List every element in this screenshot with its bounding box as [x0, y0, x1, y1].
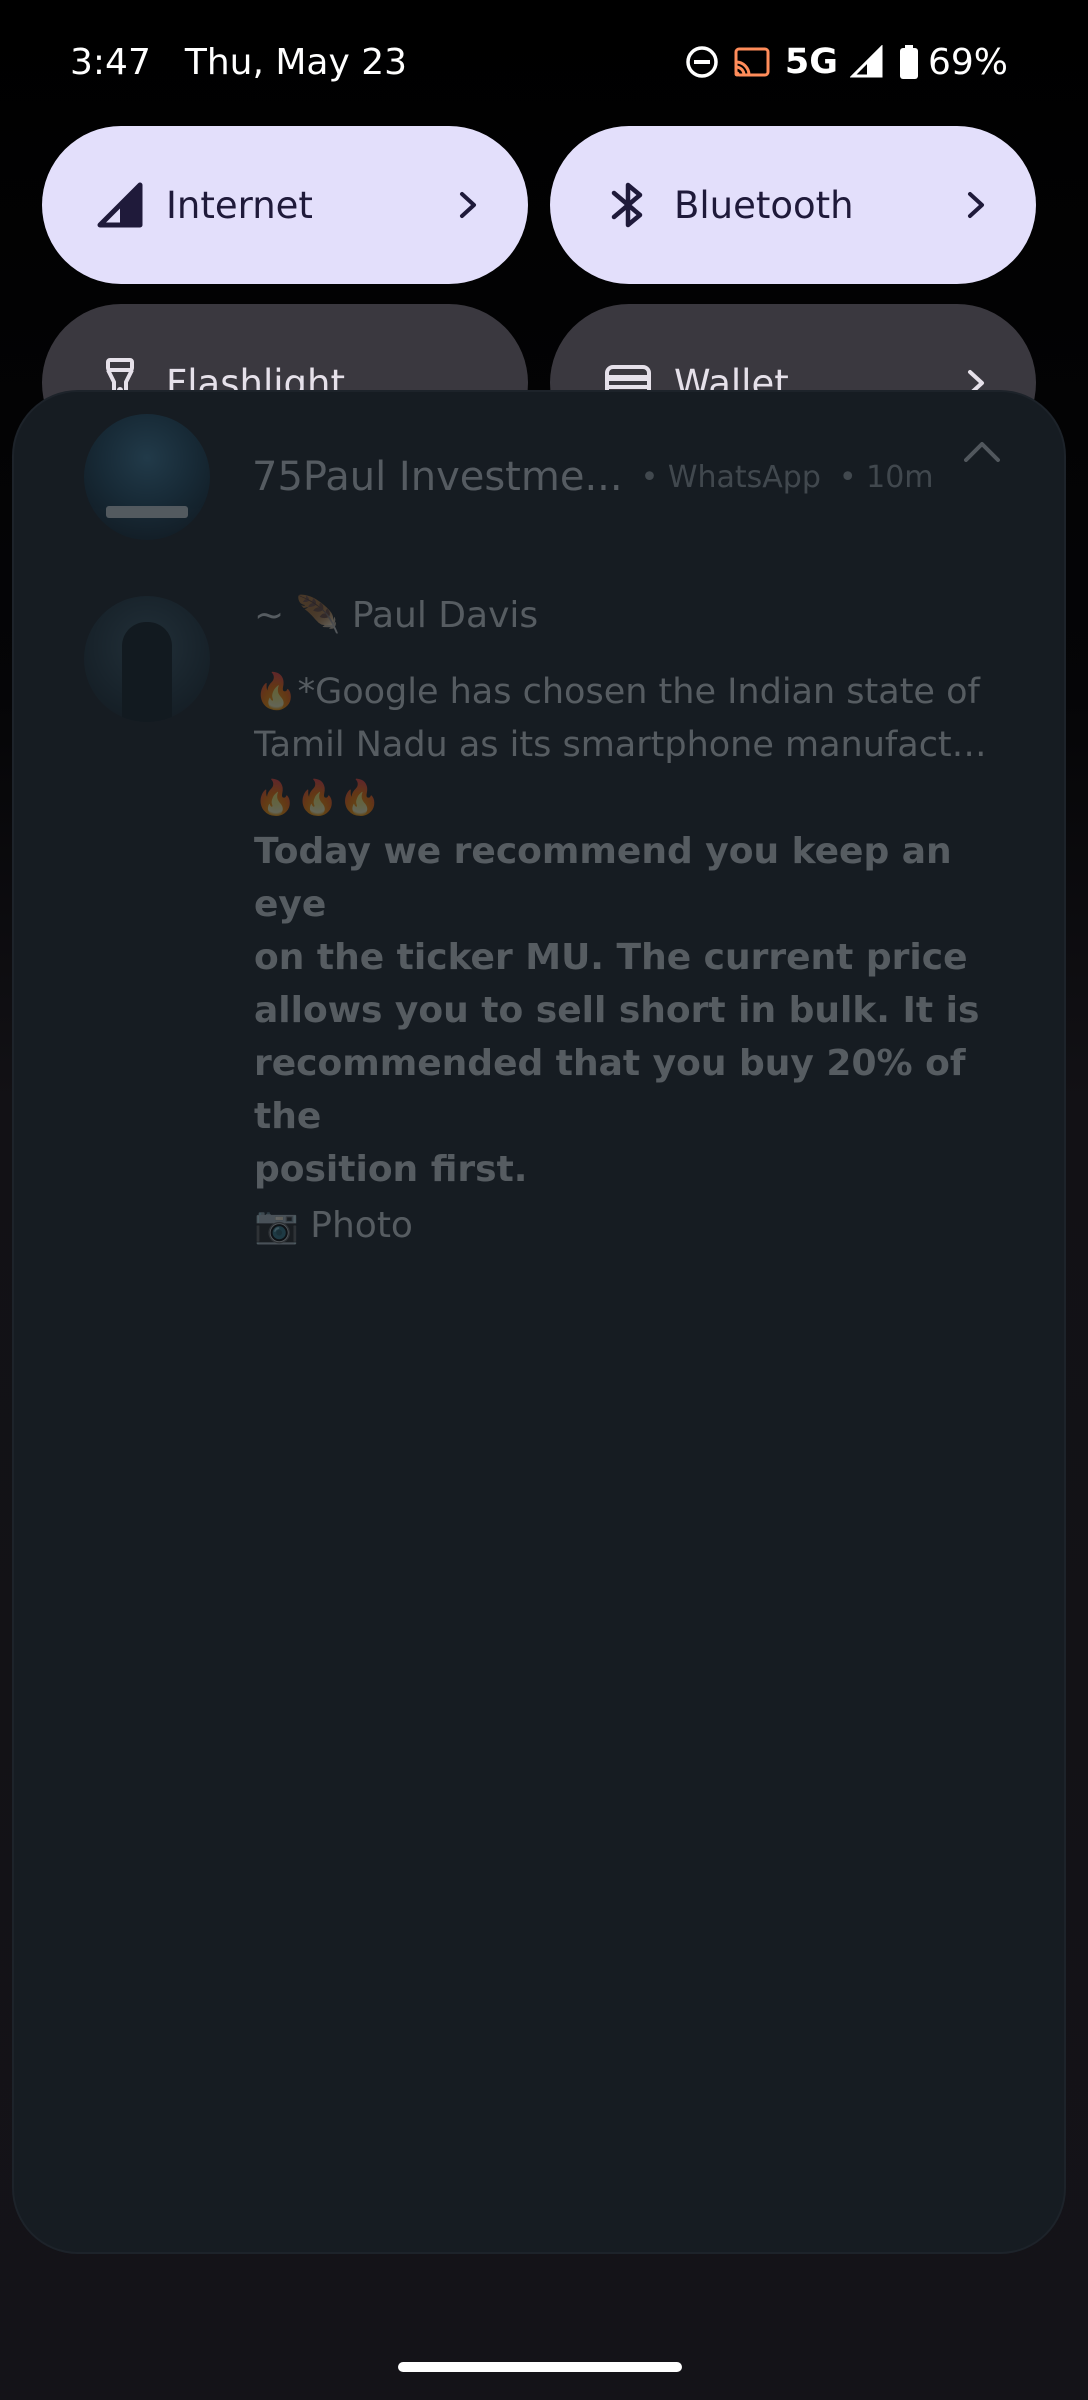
notification-shade[interactable]: 75Paul Investme... • WhatsApp • 10m ~ 🪶 … — [14, 392, 1064, 2252]
message-preview-line: 🔥*Google has chosen the Indian state of — [254, 672, 980, 712]
cast-icon — [733, 46, 771, 78]
message-body[interactable]: 🔥*Google has chosen the Indian state of … — [254, 666, 994, 1256]
screen: 3:47 Thu, May 23 5G 69% Internet Bluetoo… — [0, 0, 1088, 2400]
date: Thu, May 23 — [184, 41, 408, 83]
chevron-right-icon — [956, 185, 996, 225]
network-type: 5G — [784, 42, 838, 82]
battery-percent: 69% — [927, 41, 1008, 83]
signal-triangle-icon — [92, 177, 148, 233]
bluetooth-icon — [600, 177, 656, 233]
sender-name: ~ 🪶 Paul Davis — [254, 595, 539, 636]
home-indicator[interactable] — [398, 2362, 682, 2372]
clock: 3:47 — [70, 41, 151, 83]
group-avatar — [84, 414, 210, 540]
status-bar-right: 5G 69% — [685, 34, 1008, 90]
chevron-up-icon[interactable] — [956, 426, 1008, 478]
message-attachment: 📷 Photo — [254, 1205, 413, 1246]
do-not-disturb-icon — [685, 45, 719, 79]
chevron-right-icon — [448, 185, 488, 225]
notification-app-name: • WhatsApp — [640, 459, 821, 495]
signal-icon — [849, 45, 884, 79]
status-bar-left: 3:47 Thu, May 23 — [70, 34, 407, 90]
message-preview-line: Tamil Nadu as its smartphone manufacturi… — [254, 725, 994, 765]
tile-bluetooth[interactable]: Bluetooth — [550, 126, 1036, 284]
sender-avatar — [84, 596, 210, 722]
tile-bluetooth-label: Bluetooth — [674, 183, 854, 227]
battery-icon — [898, 44, 920, 80]
notification-time: • 10m — [838, 459, 934, 495]
tile-internet[interactable]: Internet — [42, 126, 528, 284]
tile-internet-label: Internet — [166, 183, 313, 227]
message-bold-text: Today we recommend you keep an eye on th… — [254, 831, 980, 1190]
notification-header[interactable]: 75Paul Investme... • WhatsApp • 10m — [84, 412, 1024, 542]
message-emoji-line: 🔥🔥🔥 — [254, 778, 382, 818]
notification-group-title: 75Paul Investme... — [252, 454, 623, 500]
